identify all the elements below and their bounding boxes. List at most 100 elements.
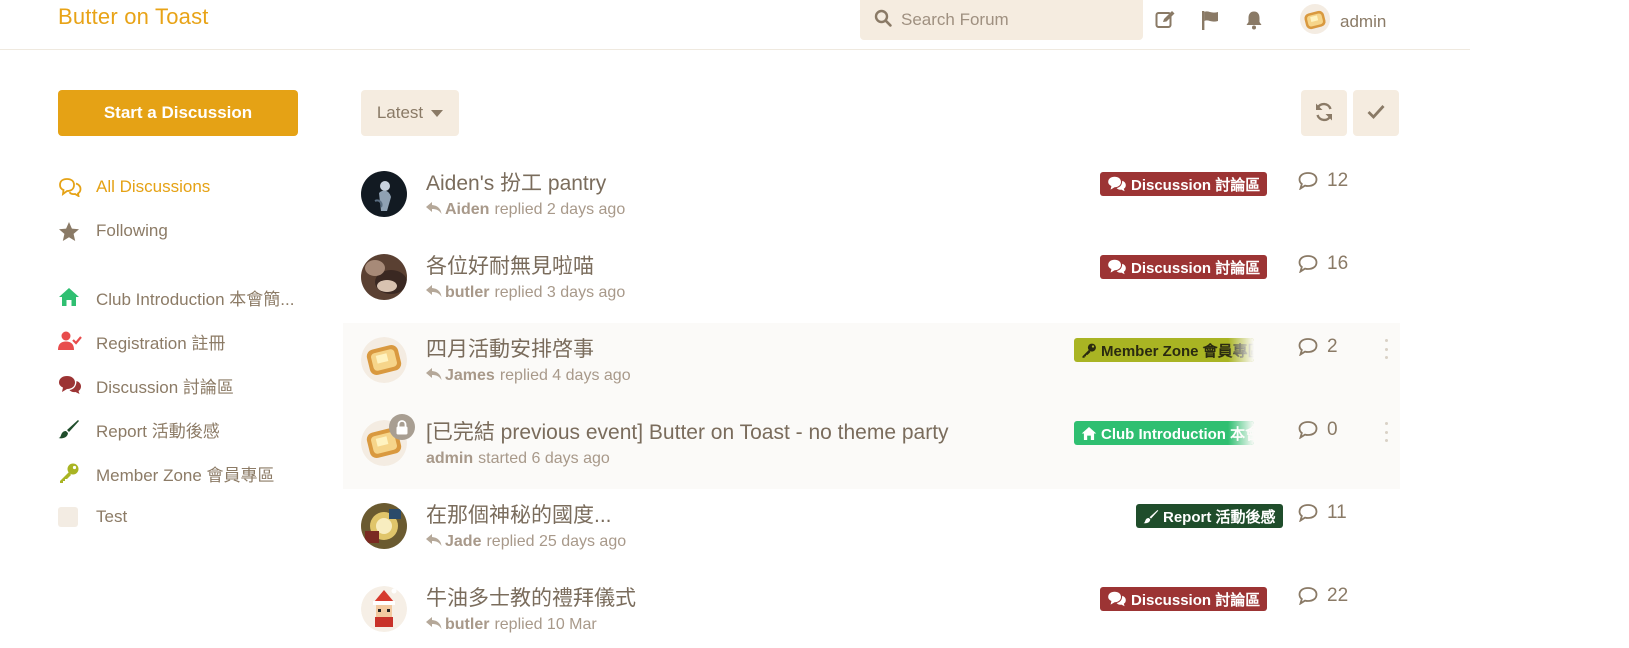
sidebar-item-label: Club Introduction 本會簡... — [96, 289, 295, 309]
discussion-author[interactable]: butler — [445, 616, 489, 634]
discussion-title[interactable]: Aiden's 扮工 pantry — [426, 167, 606, 197]
comments-icon — [58, 374, 82, 396]
tag-discussion[interactable]: Discussion 討論區 — [1100, 255, 1268, 279]
discussion-author[interactable]: Jade — [445, 533, 481, 551]
reply-count: 22 — [1298, 585, 1348, 607]
key-icon — [58, 462, 82, 484]
tag-label: Member Zone 會員專區 — [1101, 342, 1254, 360]
discussion-author[interactable]: admin — [426, 450, 473, 468]
discussion-activity: replied 4 days ago — [499, 367, 631, 384]
sidebar-item-club-introduction[interactable]: Club Introduction 本會簡... — [58, 275, 318, 319]
check-icon — [1367, 104, 1385, 123]
discussion-title[interactable]: 各位好耐無見啦喵 — [426, 250, 594, 280]
lock-icon — [389, 414, 415, 440]
discussion-row[interactable]: Aiden's 扮工 pantry Aiden replied 2 days a… — [343, 157, 1400, 240]
tag-report[interactable]: Report 活動後感 — [1136, 504, 1283, 528]
tag-discussion[interactable]: Discussion 討論區 — [1100, 587, 1268, 611]
reply-icon — [426, 367, 442, 385]
reply-count: 2 — [1298, 336, 1338, 358]
user-menu[interactable]: admin — [1300, 4, 1386, 39]
comment-icon — [1298, 338, 1318, 356]
discussion-activity: started 6 days ago — [478, 450, 610, 467]
sidebar-item-label: Registration 註冊 — [96, 333, 226, 353]
reply-icon — [426, 201, 442, 219]
sidebar-item-following[interactable]: Following — [58, 209, 318, 253]
discussion-row[interactable]: [已完結 previous event] Butter on Toast - n… — [343, 406, 1400, 489]
refresh-icon — [1314, 102, 1334, 125]
comment-icon — [1298, 172, 1318, 190]
discussion-activity: replied 2 days ago — [494, 201, 626, 218]
reply-icon — [426, 284, 442, 302]
discussion-meta: admin started 6 days ago — [426, 450, 610, 468]
sidebar-item-test[interactable]: Test — [58, 495, 318, 539]
compose-icon[interactable] — [1153, 8, 1177, 32]
user-name: admin — [1340, 11, 1387, 31]
start-discussion-button[interactable]: Start a Discussion — [58, 90, 298, 136]
more-options-icon[interactable] — [1383, 422, 1389, 442]
discussion-author[interactable]: Aiden — [445, 201, 489, 219]
reply-count-value: 0 — [1327, 419, 1338, 440]
avatar[interactable] — [361, 171, 407, 217]
discussion-title[interactable]: 四月活動安排啓事 — [426, 333, 594, 363]
sidebar-item-all-discussions[interactable]: All Discussions — [58, 165, 318, 209]
brand-title[interactable]: Butter on Toast — [58, 4, 209, 30]
discussion-row[interactable]: 牛油多士教的禮拜儀式 butler replied 10 Mar Discuss… — [343, 572, 1400, 648]
sort-label: Latest — [376, 103, 424, 122]
tag-label: Discussion 討論區 — [1131, 176, 1261, 194]
discussion-author[interactable]: James — [445, 367, 495, 385]
bell-icon[interactable] — [1242, 8, 1266, 32]
search-box[interactable] — [860, 0, 1143, 40]
tag-member-zone[interactable]: Member Zone 會員專區 — [1074, 338, 1254, 362]
mark-all-read-button[interactable] — [1353, 90, 1399, 136]
discussion-list: Aiden's 扮工 pantry Aiden replied 2 days a… — [343, 157, 1400, 648]
discussion-author[interactable]: butler — [445, 284, 489, 302]
comments-icon — [58, 176, 82, 198]
search-icon — [874, 9, 892, 32]
user-check-icon — [58, 330, 82, 352]
discussion-meta: Jade replied 25 days ago — [426, 533, 626, 551]
home-icon — [1081, 426, 1097, 441]
flag-icon[interactable] — [1198, 8, 1222, 32]
comment-icon — [1298, 255, 1318, 273]
sidebar-nav: All Discussions Following Club Introduct… — [58, 165, 318, 539]
discussion-row[interactable]: 各位好耐無見啦喵 butler replied 3 days ago Discu… — [343, 240, 1400, 323]
key-icon — [1081, 343, 1097, 358]
comments-icon — [1107, 591, 1127, 607]
avatar[interactable] — [361, 254, 407, 300]
avatar[interactable] — [361, 337, 407, 383]
discussion-row[interactable]: 在那個神秘的國度... Jade replied 25 days ago Rep… — [343, 489, 1400, 572]
tag-discussion[interactable]: Discussion 討論區 — [1100, 172, 1268, 196]
reply-count: 16 — [1298, 253, 1348, 275]
sidebar-item-registration[interactable]: Registration 註冊 — [58, 319, 318, 363]
reply-count: 0 — [1298, 419, 1338, 441]
reply-count-value: 22 — [1327, 585, 1349, 606]
reply-count-value: 16 — [1327, 253, 1349, 274]
more-options-icon[interactable] — [1383, 339, 1389, 359]
tag-label: Report 活動後感 — [1163, 508, 1276, 526]
sidebar-item-member-zone[interactable]: Member Zone 會員專區 — [58, 451, 318, 495]
avatar[interactable] — [361, 586, 407, 632]
comments-icon — [1107, 259, 1127, 275]
avatar — [1300, 4, 1330, 39]
site-header: Butter on Toast admin — [0, 0, 1470, 50]
reply-icon — [426, 533, 442, 551]
discussion-title[interactable]: [已完結 previous event] Butter on Toast - n… — [426, 416, 949, 446]
tag-club-introduction[interactable]: Club Introduction 本會簡介 — [1074, 421, 1254, 445]
search-input[interactable] — [901, 10, 1121, 30]
tag-label: Discussion 討論區 — [1131, 259, 1261, 277]
avatar[interactable] — [361, 503, 407, 549]
discussion-activity: replied 3 days ago — [494, 284, 626, 301]
sidebar-item-report[interactable]: Report 活動後感 — [58, 407, 318, 451]
comments-icon — [1107, 176, 1127, 192]
discussion-title[interactable]: 牛油多士教的禮拜儀式 — [426, 582, 636, 612]
discussion-activity: replied 10 Mar — [494, 616, 597, 633]
discussion-title[interactable]: 在那個神秘的國度... — [426, 499, 612, 529]
comment-icon — [1298, 421, 1318, 439]
paintbrush-icon — [58, 418, 82, 440]
sidebar-item-discussion[interactable]: Discussion 討論區 — [58, 363, 318, 407]
sort-dropdown[interactable]: Latest — [361, 90, 459, 136]
refresh-button[interactable] — [1301, 90, 1347, 136]
discussion-row[interactable]: 四月活動安排啓事 James replied 4 days ago Member… — [343, 323, 1400, 406]
tag-label: Discussion 討論區 — [1131, 591, 1261, 609]
sidebar-item-label: Test — [96, 507, 128, 526]
